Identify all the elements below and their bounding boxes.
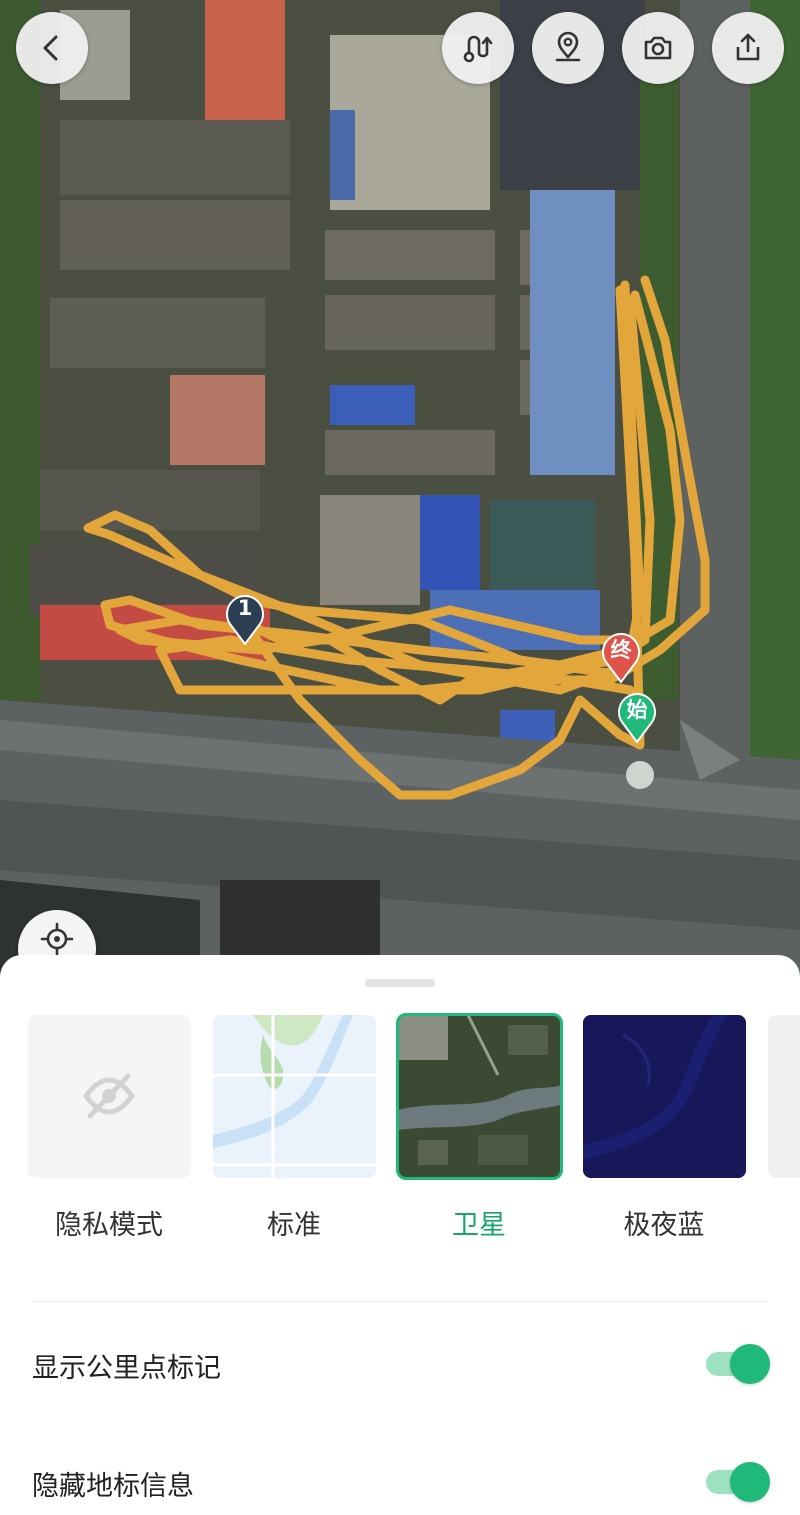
map-style-label: 极夜蓝 (623, 1210, 705, 1241)
camera-button[interactable] (622, 12, 694, 84)
map-style-more[interactable] (768, 1015, 800, 1178)
share-button[interactable] (712, 12, 784, 84)
end-marker[interactable]: 终 (598, 628, 644, 684)
toggle-knob (730, 1344, 770, 1384)
standard-map-thumbnail (213, 1015, 376, 1178)
end-marker-label: 终 (610, 638, 632, 662)
camera-icon (644, 36, 672, 60)
toggle-knob (730, 1462, 770, 1502)
map-style-polar-night-blue[interactable] (583, 1015, 746, 1178)
start-marker[interactable]: 始 (614, 688, 660, 744)
map-style-label: 卫星 (452, 1210, 506, 1241)
satellite-map-thumbnail (398, 1015, 561, 1178)
map-style-label: 标准 (267, 1210, 321, 1241)
location-pin-icon (555, 31, 581, 62)
map-style-privacy[interactable] (28, 1015, 191, 1178)
eye-off-icon (82, 1073, 136, 1119)
back-icon (43, 35, 58, 61)
crosshair-icon (40, 922, 74, 956)
map-style-satellite[interactable] (396, 1013, 563, 1180)
start-marker-label: 始 (626, 698, 648, 722)
km-marker-1[interactable]: 1 (222, 590, 268, 646)
map-settings-sheet: 隐私模式 标准 卫星 极夜蓝 显示公里点标记 隐藏地标信息 (0, 955, 800, 1515)
polar-night-map-thumbnail (583, 1015, 746, 1178)
show-km-markers-label: 显示公里点标记 (32, 1353, 221, 1384)
divider (32, 1301, 768, 1302)
location-button[interactable] (532, 12, 604, 84)
show-km-markers-toggle[interactable] (706, 1344, 770, 1384)
satellite-map[interactable]: 1 终 始 (0, 0, 800, 1000)
route-icon (463, 35, 493, 63)
share-icon (736, 33, 760, 61)
map-style-standard[interactable] (213, 1015, 376, 1178)
sheet-handle[interactable] (365, 979, 435, 987)
km-marker-label: 1 (237, 596, 253, 620)
map-style-label: 隐私模式 (55, 1210, 163, 1241)
route-track (83, 275, 710, 800)
hide-landmark-info-toggle[interactable] (706, 1462, 770, 1502)
route-button[interactable] (442, 12, 514, 84)
hide-landmark-info-label: 隐藏地标信息 (32, 1471, 194, 1502)
back-button[interactable] (16, 12, 88, 84)
